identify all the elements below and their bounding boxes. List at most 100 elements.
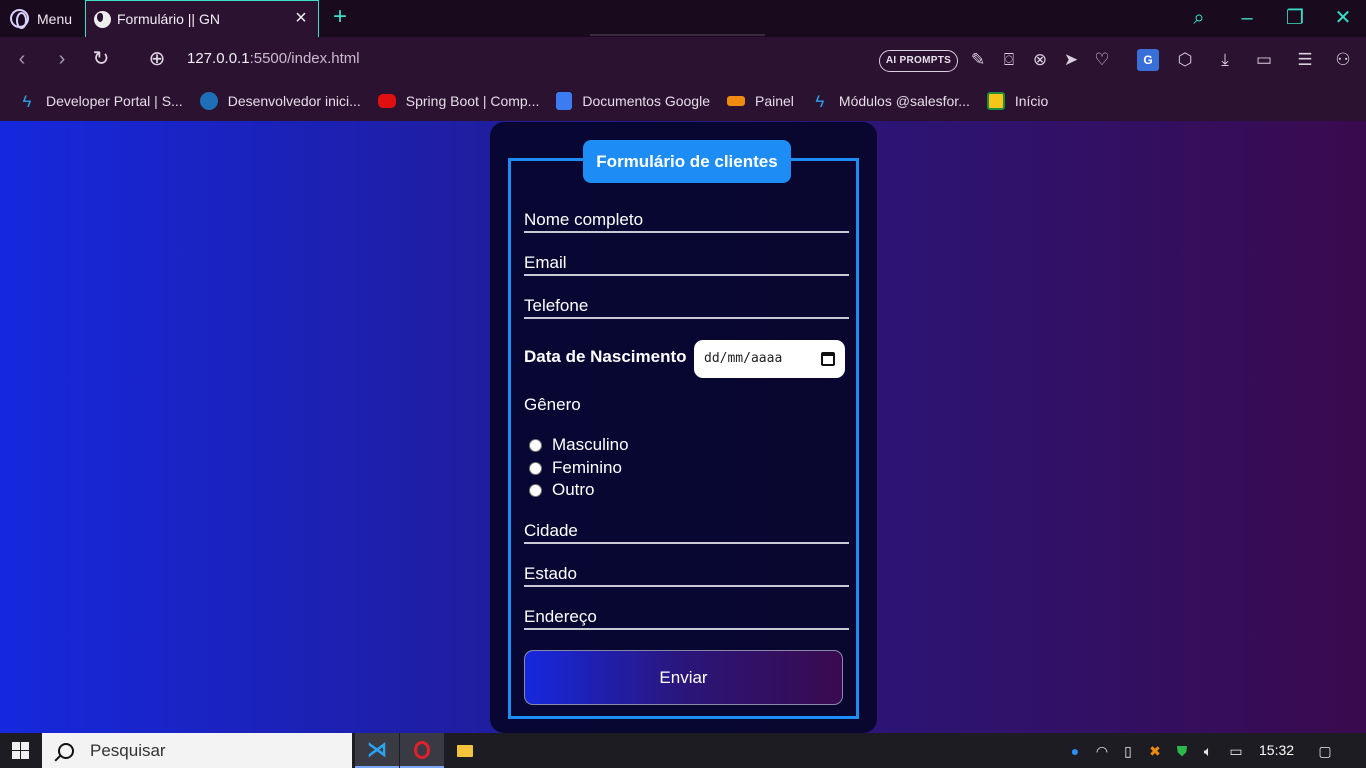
radio-button[interactable] [529,438,542,452]
bookmark-item[interactable]: Documentos Google [556,92,710,110]
profile-icon[interactable]: ⚇ [1332,49,1354,71]
bookmark-item[interactable]: Painel [727,93,794,109]
back-icon[interactable]: ‹ [10,47,34,71]
notifications-icon[interactable]: ▢ [1316,742,1334,760]
tray-app-icon[interactable]: ● [1066,742,1084,760]
tab-divider [590,34,765,36]
security-shield-icon[interactable]: ⛊ [1173,742,1191,760]
opera-menu-button[interactable]: Menu [0,0,84,37]
submit-button[interactable]: Enviar [524,650,843,705]
radio-button[interactable] [529,483,542,497]
url-field[interactable]: 127.0.0.1:5500/index.html [187,50,360,67]
telefone-label: Telefone [524,296,589,315]
radio-button[interactable] [529,461,542,475]
edit-icon[interactable]: ✎ [967,49,989,71]
download-icon[interactable]: ⤓ [1214,49,1236,71]
taskbar-search-placeholder: Pesquisar [90,740,166,760]
opera-taskbar-icon[interactable] [400,733,444,768]
cidade-input[interactable]: Cidade [524,514,849,544]
estado-input[interactable]: Estado [524,557,849,587]
restore-icon[interactable]: ❐ [1282,6,1308,30]
gender-option-feminino[interactable]: Feminino [529,458,622,478]
bookmark-label: Spring Boot | Comp... [405,93,540,109]
bookmark-label: Desenvolvedor inici... [227,93,361,109]
bookmark-item[interactable]: Desenvolvedor inici... [199,92,361,110]
forward-icon[interactable]: › [50,47,74,71]
menu-label: Menu [37,10,73,27]
vscode-taskbar-icon[interactable]: ⋊ [355,733,399,768]
gender-option-label: Masculino [552,435,629,454]
address-bar: ‹ › ↻ ⊕ 127.0.0.1:5500/index.html AI PRO… [0,37,1366,81]
gender-label: Gênero [524,395,581,414]
trailhead-icon [199,92,218,110]
bookmark-label: Módulos @salesfor... [838,93,970,109]
email-input[interactable]: Email [524,246,849,276]
heart-icon[interactable]: ♡ [1091,49,1113,71]
search-icon [58,742,74,759]
globe-icon [94,10,111,28]
snapshot-icon[interactable]: ⌼ [998,49,1020,71]
usb-icon[interactable]: ▯ [1119,742,1137,760]
gender-option-masculino[interactable]: Masculino [529,435,629,455]
bookmarks-bar: ϟ Developer Portal | S... Desenvolvedor i… [0,81,1366,121]
site-info-icon[interactable]: ⊕ [145,47,169,71]
form-container: Formulário de clientes Nome completo Ema… [490,122,877,733]
easy-setup-icon[interactable]: ☰ [1294,49,1316,71]
bookmark-item[interactable]: Spring Boot | Comp... [377,93,540,109]
new-tab-button[interactable]: + [328,5,352,29]
dob-label: Data de Nascimento [524,347,687,366]
endereco-label: Endereço [524,607,597,626]
url-path: :5500/index.html [249,50,360,67]
gender-option-outro[interactable]: Outro [529,480,595,500]
client-form-fieldset: Formulário de clientes Nome completo Ema… [508,140,859,719]
extensions-cube-icon[interactable]: ⬡ [1174,49,1196,71]
dob-placeholder: dd/mm/aaaa [704,351,783,366]
bookmark-item[interactable]: ϟ Developer Portal | S... [18,92,183,111]
endereco-input[interactable]: Endereço [524,600,849,630]
close-window-icon[interactable]: ✕ [1330,6,1356,30]
google-classroom-icon [986,92,1005,110]
page-viewport: Formulário de clientes Nome completo Ema… [0,121,1366,733]
nome-label: Nome completo [524,210,644,229]
file-explorer-taskbar-icon[interactable] [443,733,487,768]
cidade-label: Cidade [524,521,578,540]
url-host: 127.0.0.1 [187,50,250,67]
taskbar-search-input[interactable]: Pesquisar [42,733,352,768]
translate-icon[interactable]: G [1137,49,1159,71]
tab-strip: Menu Formulário || GN × + ⌕ – ❐ ✕ [0,0,1366,37]
bookmark-item[interactable]: Início [986,92,1049,110]
salesforce-bolt-icon: ϟ [22,92,32,111]
close-tab-icon[interactable]: × [292,8,310,28]
browser-tab-active[interactable]: Formulário || GN × [85,0,319,37]
youtube-icon [377,94,396,108]
google-docs-icon [556,92,573,110]
xampp-icon[interactable]: ✖ [1146,742,1164,760]
salesforce-bolt-icon: ϟ [815,92,825,111]
ai-prompts-button[interactable]: AI PROMPTS [879,50,958,72]
volume-icon[interactable]: 🔈︎ [1199,742,1217,760]
gender-option-label: Feminino [552,458,622,477]
windows-start-icon[interactable] [12,742,29,759]
battery-icon[interactable]: ▭ [1227,742,1245,760]
opera-logo-icon [10,9,29,29]
dob-date-input[interactable]: dd/mm/aaaa [694,340,845,378]
minimize-icon[interactable]: – [1234,6,1260,30]
adblock-icon[interactable]: ⊗ [1029,49,1051,71]
nome-input[interactable]: Nome completo [524,203,849,233]
search-tabs-icon[interactable]: ⌕ [1186,6,1212,30]
calendar-icon[interactable] [821,352,835,366]
telefone-input[interactable]: Telefone [524,289,849,319]
tab-title: Formulário || GN [117,11,220,27]
bookmark-label: Developer Portal | S... [46,93,183,109]
send-icon[interactable]: ➤ [1060,49,1082,71]
moodle-icon [727,96,745,106]
windows-taskbar: Pesquisar ⋊ ● ◠ ▯ ✖ ⛊ 🔈︎ ▭ 15:32 ▢ [0,733,1366,768]
bookmark-label: Início [1014,93,1049,109]
battery-saver-icon[interactable]: ▭ [1253,49,1275,71]
taskbar-clock[interactable]: 15:32 [1259,742,1294,758]
reload-icon[interactable]: ↻ [89,47,113,71]
bookmark-label: Painel [755,93,794,109]
gender-option-label: Outro [552,480,595,499]
bookmark-item[interactable]: ϟ Módulos @salesfor... [811,92,970,111]
wifi-icon[interactable]: ◠ [1093,742,1111,760]
